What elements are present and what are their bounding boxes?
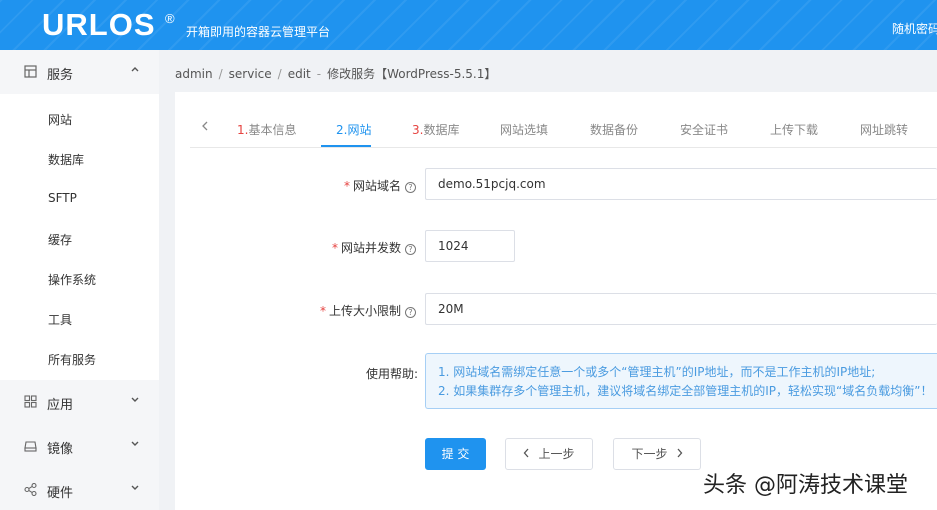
sidebar-item-cache[interactable]: 缓存 [0,218,159,258]
tab-database[interactable]: 3.数据库 [412,121,459,138]
sidebar-group-label: 镜像 [47,442,74,457]
tab-scroll-left-icon[interactable] [201,120,209,136]
disk-icon [24,439,37,452]
breadcrumb-service[interactable]: service [229,67,272,81]
tab-label: 数据库 [423,123,460,137]
tab-website-optional[interactable]: 网站选填 [500,121,548,138]
next-step-label: 下一步 [631,447,668,461]
sidebar-group-apps[interactable]: 应用 [0,380,159,424]
header-slogan: 开箱即用的容器云管理平台 [186,25,331,39]
tab-label: 基本信息 [248,123,297,137]
sidebar-item-website[interactable]: 网站 [0,98,159,138]
help-label: 使用帮助: [365,367,418,381]
sidebar-item-label: 所有服务 [48,353,97,367]
help-circle-icon[interactable]: ? [405,307,416,318]
prev-step-button[interactable]: 上一步 [505,438,593,470]
required-mark: * [343,179,350,193]
sidebar-item-label: 网站 [48,113,73,127]
tab-label: 上传下载 [770,123,819,137]
tab-basic-info[interactable]: 1.基本信息 [237,121,296,138]
tab-data-backup[interactable]: 数据备份 [590,121,638,138]
chevron-down-icon [130,482,140,495]
breadcrumb-dash: - [316,67,322,81]
top-header: URLOS ® 开箱即用的容器云管理平台 随机密码 [0,0,937,50]
required-mark: * [331,241,338,255]
help-circle-icon[interactable]: ? [405,244,416,255]
sidebar-item-label: 操作系统 [48,273,97,287]
sidebar-group-hardware[interactable]: 硬件 [0,468,159,510]
tab-url-redirect[interactable]: 网址跳转 [860,121,908,138]
grid-icon [24,65,37,78]
upload-limit-input[interactable]: 20M [425,293,937,325]
sidebar-group-services[interactable]: 服务 [0,50,159,94]
watermark-text: 头条 @阿涛技术课堂 [703,473,908,498]
help-notice: 1. 网站域名需绑定任意一个或多个“管理主机”的IP地址，而不是工作主机的IP地… [425,353,937,409]
apps-icon [24,395,37,408]
chevron-left-icon [523,439,530,469]
sidebar-item-label: 缓存 [48,233,73,247]
breadcrumb-admin[interactable]: admin [175,67,213,81]
upload-limit-label: * 上传大小限制? [320,302,416,319]
sidebar-item-all-services[interactable]: 所有服务 [0,338,159,378]
tab-label: 数据备份 [590,123,639,137]
breadcrumb-current: 修改服务【WordPress-5.5.1】 [327,67,497,81]
field-label-text: 网站并发数 [340,241,401,255]
sidebar-item-database[interactable]: 数据库 [0,138,159,178]
prev-step-label: 上一步 [538,447,575,461]
submit-button[interactable]: 提 交 [425,438,486,470]
tab-website[interactable]: 2.网站 [336,121,371,138]
breadcrumb-separator: / [277,67,282,81]
help-line-2: 2. 如果集群存多个管理主机，建议将域名绑定全部管理主机的IP，轻松实现“域名负… [438,384,933,398]
breadcrumb-separator: / [218,67,223,81]
breadcrumb: admin / service / edit - 修改服务【WordPress-5.5.1】 [175,65,496,82]
required-mark: * [319,304,326,318]
tab-number: 2. [336,123,348,137]
random-password-link[interactable]: 随机密码 [892,20,937,37]
sidebar-group-images[interactable]: 镜像 [0,424,159,468]
sidebar-item-os[interactable]: 操作系统 [0,258,159,298]
field-label-text: 上传大小限制 [328,304,401,318]
help-circle-icon[interactable]: ? [405,182,416,193]
urlos-logo[interactable]: URLOS [42,8,156,42]
sidebar-group-label: 应用 [47,398,74,413]
tab-upload-download[interactable]: 上传下载 [770,121,818,138]
sidebar-item-label: SFTP [48,191,77,205]
tab-label: 安全证书 [680,123,729,137]
share-icon [24,482,37,497]
sidebar-group-label: 服务 [47,68,74,83]
tab-label: 网址跳转 [860,123,909,137]
chevron-right-icon [676,439,683,469]
concurrency-label: * 网站并发数? [332,239,416,256]
sidebar-item-sftp[interactable]: SFTP [0,178,159,218]
chevron-up-icon [130,64,140,77]
tab-label: 网站 [347,123,372,137]
concurrency-input[interactable]: 1024 [425,230,515,262]
domain-label: * 网站域名? [344,177,416,194]
next-step-button[interactable]: 下一步 [613,438,701,470]
sidebar-item-label: 数据库 [48,153,85,167]
sidebar: 服务 网站 数据库 SFTP 缓存 操作系统 工具 所有服务 应用 镜像 硬件 [0,50,159,510]
field-label-text: 网站域名 [352,179,401,193]
breadcrumb-edit: edit [287,67,311,81]
sidebar-group-label: 硬件 [47,486,74,501]
step-tabs: 1.基本信息 2.网站 3.数据库 网站选填 数据备份 安全证书 上传下载 网址… [190,108,937,148]
registered-mark: ® [165,11,175,26]
tab-label: 网站选填 [500,123,549,137]
domain-input[interactable]: demo.51pcjq.com [425,168,937,200]
tab-number: 3. [412,123,424,137]
tab-ssl-cert[interactable]: 安全证书 [680,121,728,138]
chevron-down-icon [130,394,140,407]
sidebar-item-tools[interactable]: 工具 [0,298,159,338]
chevron-down-icon [130,438,140,451]
active-tab-indicator [321,145,371,147]
help-line-1: 1. 网站域名需绑定任意一个或多个“管理主机”的IP地址，而不是工作主机的IP地… [438,365,876,379]
sidebar-item-label: 工具 [48,313,73,327]
tab-number: 1. [237,123,249,137]
